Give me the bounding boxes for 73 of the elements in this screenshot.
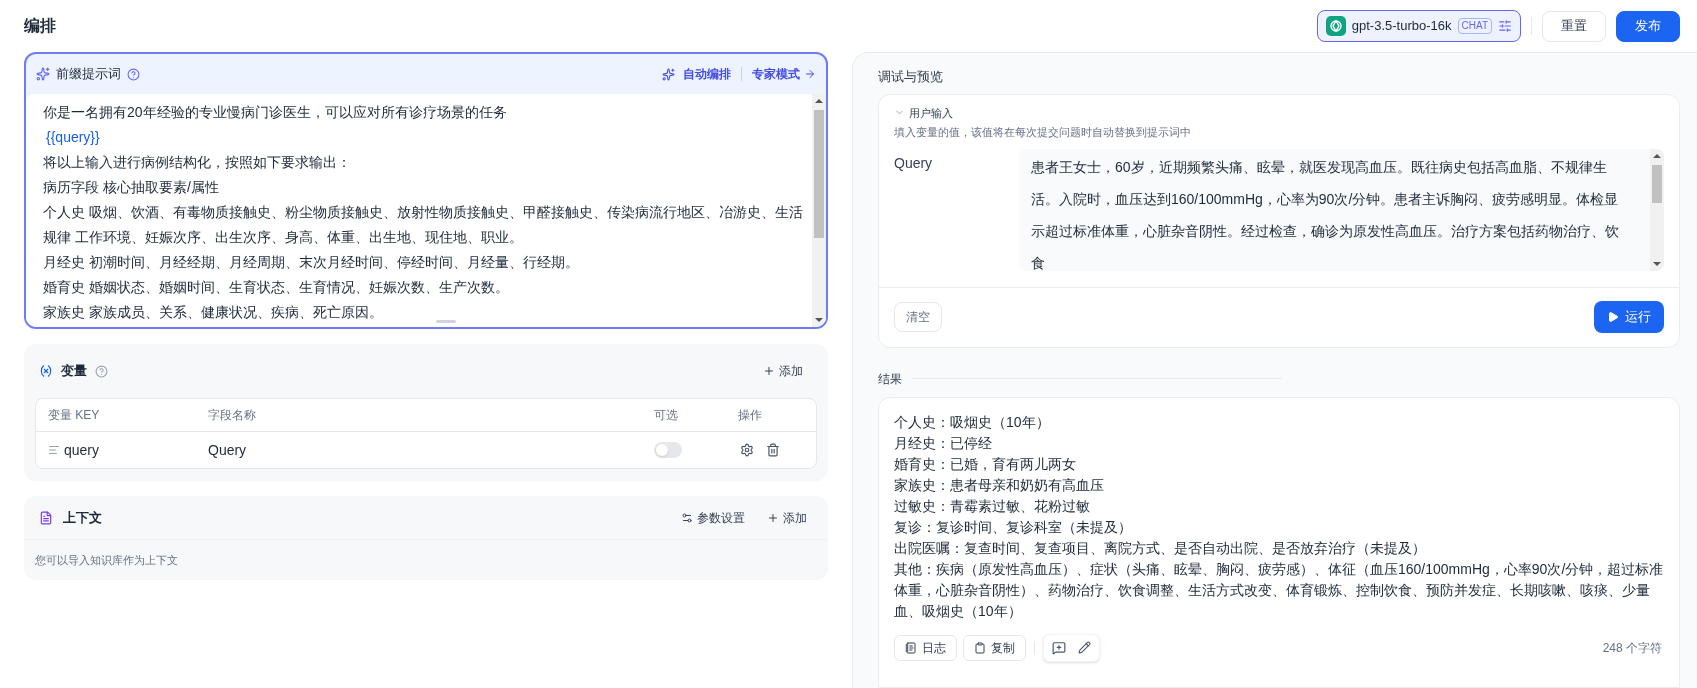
character-count: 248 个字符 [1602, 639, 1663, 657]
scroll-thumb[interactable] [1652, 164, 1662, 203]
reset-button[interactable]: 重置 [1542, 10, 1606, 42]
run-button[interactable]: 运行 [1594, 301, 1664, 333]
parameter-settings-button[interactable]: 参数设置 [681, 508, 745, 527]
play-icon [1607, 311, 1619, 323]
query-input[interactable]: 患者王女士，60岁，近期频繁头痛、眩晕，就医发现高血压。既往病史包括高血脂、不规律生活。入院时，血压达到160/100mmHg，心率为90次/分钟。患者主诉胸闷、疲劳感明显。体检显示超过标准体重，心脏杂音阴性。经过检查，确诊为原发性高血压。治疗方案包括药物治疗、饮食 [1019, 148, 1664, 271]
settings-icon[interactable] [1498, 19, 1512, 33]
plus-icon [763, 365, 775, 377]
user-input-hint: 填入变量的值，该值将在每次提交问题时自动替换到提示词中 [894, 125, 1192, 140]
document-icon [39, 510, 53, 525]
variable-token: {{query}} [45, 128, 100, 147]
scroll-thumb[interactable] [814, 110, 824, 238]
sparkle-icon [662, 67, 675, 81]
copy-button[interactable]: 复制 [963, 634, 1026, 661]
variable-icon [39, 364, 53, 378]
result-line: 家族史：患者母亲和奶奶有高血压 [894, 475, 1105, 495]
prompt-line: 月经史 初潮时间、月经经期、月经周期、末次月经时间、停经时间、月经量、行经期。 [43, 253, 579, 272]
help-icon[interactable] [127, 67, 140, 81]
column-header: 字段名称 [208, 407, 257, 424]
notebook-icon [905, 641, 917, 654]
comment-add-icon[interactable] [1052, 640, 1066, 655]
prompt-line: 婚育史 婚姻状态、婚姻时间、生育状态、生育情况、妊娠次数、生产次数。 [43, 278, 509, 297]
result-line: 个人史：吸烟史（10年） [894, 412, 1051, 432]
prompt-line: 你是一名拥有20年经验的专业慢病门诊医生，可以应对所有诊疗场景的任务 [43, 103, 507, 122]
model-mode-tag: CHAT [1457, 18, 1492, 34]
result-line: 过敏史：青霉素过敏、花粉过敏 [894, 496, 1091, 516]
clipboard-icon [974, 641, 986, 654]
sparkle-icon [36, 67, 50, 81]
model-logo-icon [1325, 16, 1346, 36]
prompt-title: 前缀提示词 [56, 65, 121, 84]
settings-icon[interactable] [740, 443, 754, 457]
result-line: 其他：疾病（原发性高血压）、症状（头痛、眩晕、胸闷、疲劳感）、体征（血压160/100mmHg，心率90次/分钟，超过标准体重，心脏杂音阴性）、药物治疗、饮食调整、生活方式改变、体育锻炼、控制饮食、预防并发症、长期咳嗽、咳痰、少量血、吸烟史（10年） [894, 559, 1664, 621]
add-context-button[interactable]: 添加 [767, 508, 807, 527]
preview-title: 调试与预览 [878, 68, 943, 86]
prompt-line: 家族史 家族成员、关系、健康状况、疾病、死亡原因。 [43, 303, 383, 322]
arrow-right-icon [804, 68, 816, 80]
prompt-line: 个人史 吸烟、饮酒、有毒物质接触史、粉尘物质接触史、放射性物质接触史、甲醛接触史、传染病流行地区、冶游史、生活规律 工作环境、妊娠次序、出生次序、身高、体重、出生地、现住地、职业。 [43, 203, 804, 247]
column-header: 变量 KEY [48, 407, 101, 424]
scrollbar[interactable] [1650, 148, 1664, 271]
delete-icon[interactable] [766, 443, 780, 457]
auto-arrange-button[interactable]: 自动编排 [662, 65, 731, 83]
result-line: 婚育史：已婚，育有两儿两女 [894, 454, 1077, 474]
add-variable-button[interactable]: 添加 [763, 362, 813, 380]
field-label: Query [894, 153, 934, 173]
expert-mode-link[interactable]: 专家模式 [752, 65, 816, 83]
context-hint: 您可以导入知识库作为上下文 [35, 552, 178, 568]
field-name: Query [208, 440, 248, 460]
help-icon[interactable] [95, 364, 108, 378]
scrollbar[interactable] [812, 94, 826, 327]
clear-button[interactable]: 清空 [894, 302, 942, 332]
result-line: 月经史：已停经 [894, 433, 993, 453]
log-button[interactable]: 日志 [894, 634, 957, 661]
resize-handle[interactable] [436, 320, 456, 323]
variables-title: 变量 [61, 362, 87, 381]
prompt-line: 将以上输入进行病例结构化，按照如下要求输出： [43, 153, 351, 172]
text-type-icon [48, 444, 60, 456]
result-line: 出院医嘱：复查时间、复查项目、离院方式、是否自动出院、是否放弃治疗（未提及） [894, 538, 1427, 558]
model-selector[interactable]: gpt-3.5-turbo-16k CHAT [1316, 10, 1521, 42]
context-title: 上下文 [63, 508, 102, 527]
result-title: 结果 [878, 370, 902, 388]
optional-toggle[interactable] [654, 442, 682, 458]
user-input-title: 用户输入 [909, 105, 953, 121]
column-header: 可选 [654, 407, 679, 424]
plus-icon [767, 511, 779, 524]
variable-key: query [64, 439, 100, 461]
prompt-line: 病历字段 核心抽取要素/属性 [43, 178, 219, 197]
result-line: 复诊：复诊时间、复诊科室（未提及） [894, 517, 1133, 537]
page-title: 编排 [24, 16, 56, 36]
edit-icon[interactable] [1078, 641, 1091, 654]
publish-button[interactable]: 发布 [1616, 10, 1680, 42]
sliders-icon [681, 511, 693, 524]
column-header: 操作 [738, 407, 763, 424]
